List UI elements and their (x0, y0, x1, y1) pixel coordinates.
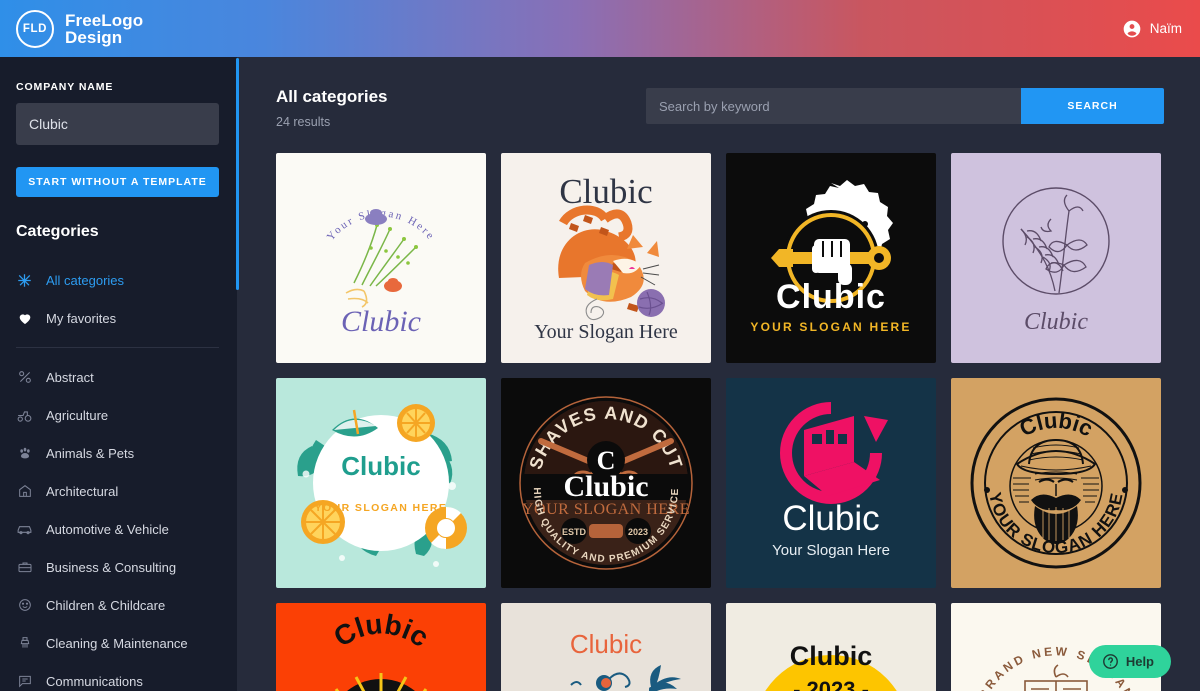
search-input[interactable] (646, 88, 1021, 124)
svg-text:YOUR SLOGAN HERE: YOUR SLOGAN HERE (750, 320, 911, 334)
briefcase-icon (16, 559, 33, 576)
account-circle-icon (1122, 19, 1142, 39)
brand-mark-fld: FLD (16, 9, 54, 48)
svg-text:Clubic: Clubic (559, 172, 652, 211)
sidebar: COMPANY NAME START WITHOUT A TEMPLATE Ca… (0, 57, 237, 691)
sidebar-item-label: Animals & Pets (46, 445, 135, 461)
sidebar-item-agriculture[interactable]: Agriculture (16, 396, 217, 434)
company-name-label: COMPANY NAME (16, 81, 114, 93)
search-button[interactable]: SEARCH (1021, 88, 1164, 124)
sidebar-item-label: My favorites (46, 310, 117, 326)
svg-text:ESTD: ESTD (562, 527, 587, 537)
logo-card[interactable]: Clubic (951, 378, 1161, 588)
svg-text:Clubic: Clubic (790, 641, 873, 671)
search-bar: SEARCH (646, 88, 1164, 124)
sidebar-item-label: Architectural (46, 483, 119, 499)
sidebar-divider (16, 347, 219, 348)
page-title: All categories (276, 87, 388, 106)
company-name-input[interactable] (16, 103, 219, 145)
brand-name-line1: FreeLogo (65, 10, 144, 30)
sidebar-item-label: Business & Consulting (46, 559, 177, 575)
logo-card[interactable]: Clubic - 2023 - (726, 603, 936, 691)
results-count: 24 results (276, 115, 331, 129)
sidebar-item-business-consulting[interactable]: Business & Consulting (16, 548, 217, 586)
logo-card[interactable]: Clubic YOUR SLOGAN HERE (726, 153, 936, 363)
svg-text:Clubic: Clubic (570, 629, 642, 659)
sidebar-item-label: Agriculture (46, 407, 109, 423)
tractor-icon (16, 407, 33, 424)
sidebar-item-animals-pets[interactable]: Animals & Pets (16, 434, 217, 472)
svg-text:Your Slogan Here: Your Slogan Here (772, 542, 890, 559)
paw-icon (16, 445, 33, 462)
categories-heading: Categories (16, 223, 99, 240)
sidebar-item-all-categories[interactable]: All categories (16, 261, 217, 299)
abstract-icon (16, 369, 33, 386)
brand-logo[interactable]: FLD FreeLogo Design (16, 9, 143, 48)
svg-text:2023: 2023 (628, 527, 648, 537)
svg-text:Clubic: Clubic (1016, 408, 1097, 442)
chat-icon (16, 673, 33, 690)
brand-name-line2: Design (65, 27, 123, 47)
logo-card[interactable]: Clubic Your Slogan Here (726, 378, 936, 588)
sidebar-item-communications[interactable]: Communications (16, 662, 217, 691)
sidebar-item-label: Cleaning & Maintenance (46, 635, 188, 651)
svg-text:YOUR SLOGAN HERE: YOUR SLOGAN HERE (315, 502, 448, 514)
sidebar-item-children-childcare[interactable]: Children & Childcare (16, 586, 217, 624)
svg-text:Clubic: Clubic (776, 278, 886, 316)
help-button[interactable]: Help (1088, 645, 1171, 678)
logo-card[interactable]: Clubic (501, 603, 711, 691)
brush-icon (16, 635, 33, 652)
sidebar-item-label: Communications (46, 673, 143, 689)
user-menu[interactable]: Naïm (1122, 19, 1182, 39)
sidebar-item-my-favorites[interactable]: My favorites (16, 299, 217, 337)
app-header: FLD FreeLogo Design Naïm (0, 0, 1200, 57)
svg-text:Clubic: Clubic (782, 499, 879, 538)
sidebar-item-abstract[interactable]: Abstract (16, 358, 217, 396)
svg-text:Clubic: Clubic (563, 470, 648, 503)
start-without-template-button[interactable]: START WITHOUT A TEMPLATE (16, 167, 219, 197)
user-name: Naïm (1149, 21, 1182, 36)
sidebar-scrollbar[interactable] (236, 58, 239, 290)
building-icon (16, 483, 33, 500)
brand-name: FreeLogo Design (65, 12, 143, 46)
svg-text:Clubic: Clubic (328, 608, 434, 653)
svg-text:Clubic: Clubic (1024, 309, 1088, 335)
svg-text:- 2023 -: - 2023 - (793, 677, 869, 691)
logo-card[interactable]: SHAVES AND CUT C Clubic YOUR SLOGAN HERE… (501, 378, 711, 588)
car-icon (16, 521, 33, 538)
sidebar-item-architectural[interactable]: Architectural (16, 472, 217, 510)
sidebar-item-label: All categories (46, 272, 125, 288)
sidebar-item-label: Automotive & Vehicle (46, 521, 169, 537)
sidebar-item-automotive-vehicle[interactable]: Automotive & Vehicle (16, 510, 217, 548)
category-nav: All categories My favorites Abstract Agr… (16, 261, 219, 691)
logo-card[interactable]: Clubic (276, 603, 486, 691)
logo-card[interactable]: Your Slogan Here Clubic (276, 153, 486, 363)
question-circle-icon (1102, 653, 1119, 670)
asterisk-icon (16, 272, 33, 289)
logo-card[interactable]: Clubic (951, 153, 1161, 363)
page-heading-group: All categories 24 results (276, 87, 388, 129)
help-button-label: Help (1125, 654, 1154, 669)
logo-card[interactable]: Clubic (501, 153, 711, 363)
sidebar-item-label: Children & Childcare (46, 597, 166, 613)
sidebar-item-cleaning-maintenance[interactable]: Cleaning & Maintenance (16, 624, 217, 662)
logo-card[interactable]: Clubic YOUR SLOGAN HERE (276, 378, 486, 588)
heart-icon (16, 310, 33, 327)
logo-grid: Your Slogan Here Clubic (276, 153, 1164, 691)
smiley-icon (16, 597, 33, 614)
main-header: All categories 24 results SEARCH (276, 87, 1164, 129)
svg-text:Clubic: Clubic (341, 451, 420, 481)
sidebar-item-label: Abstract (46, 369, 94, 385)
svg-text:Clubic: Clubic (341, 305, 421, 338)
svg-text:Your Slogan Here: Your Slogan Here (534, 321, 678, 343)
main-content: All categories 24 results SEARCH Your Sl… (237, 57, 1200, 691)
